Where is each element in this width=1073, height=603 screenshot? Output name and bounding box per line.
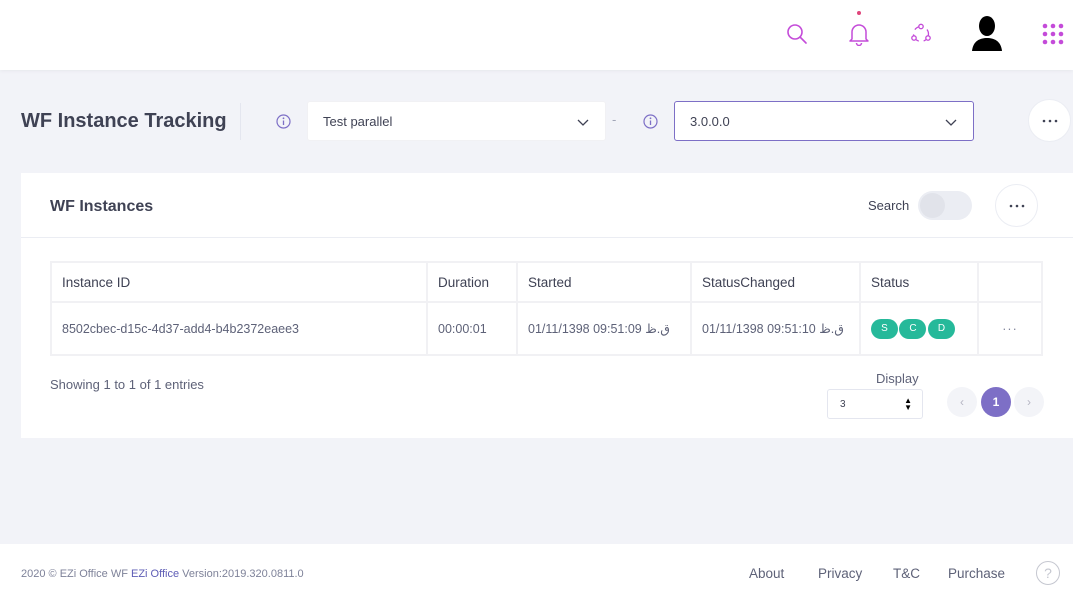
wf-instances-card: WF Instances Search Instance ID Duration… [21,173,1073,438]
top-bar [0,0,1073,70]
search-toggle[interactable] [918,191,972,220]
apps-grid-icon[interactable] [1039,18,1067,50]
header-divider [240,103,241,140]
footer-link-privacy[interactable]: Privacy [818,566,862,581]
footer-link-terms[interactable]: T&C [893,566,920,581]
cell-status-changed: 01/11/1398 09:51:10 ق.ظ [690,301,861,356]
cell-status: S C D [859,301,979,356]
workflow-select-value: Test parallel [323,113,393,129]
column-header-actions [977,261,1043,303]
sort-arrows-icon: ▲ ▼ [904,396,912,412]
help-icon[interactable]: ? [1036,561,1060,585]
copyright-text: 2020 © EZi Office WF [21,568,128,580]
status-badge[interactable]: C [899,318,927,339]
search-toggle-label: Search [868,198,910,213]
pagination-prev-button[interactable]: ‹ [947,387,977,417]
footer: 2020 © EZi Office WF EZi Office Version:… [0,544,1073,603]
page-size-select[interactable]: 3 ▲ ▼ [827,389,923,419]
info-icon[interactable] [276,114,291,129]
cell-instance-id: 8502cbec-d15c-4d37-add4-b4b2372eaee3 [50,301,428,356]
column-header-started[interactable]: Started [516,261,692,303]
toggle-knob [920,193,945,218]
notification-dot [857,11,861,15]
user-avatar-icon[interactable] [970,14,1004,54]
row-more-button[interactable]: ··· [977,301,1043,356]
workflow-select[interactable]: Test parallel [307,101,606,141]
copyright: 2020 © EZi Office WF EZi Office Version:… [21,568,304,580]
entries-info: Showing 1 to 1 of 1 entries [50,377,204,392]
search-icon[interactable] [783,18,811,50]
status-badge[interactable]: D [927,318,955,339]
card-more-button[interactable] [995,184,1038,227]
pagination-page-1[interactable]: 1 [981,387,1011,417]
pagination-next-button[interactable]: › [1014,387,1044,417]
card-header: WF Instances Search [21,173,1073,238]
chevron-down-icon [577,119,589,126]
version-select[interactable]: 3.0.0.0 [674,101,974,141]
page-size-value: 3 [840,398,846,410]
column-header-status-changed[interactable]: StatusChanged [690,261,861,303]
version-select-value: 3.0.0.0 [690,113,730,129]
display-label: Display [876,371,919,386]
table-header-row: Instance ID Duration Started StatusChang… [50,261,1043,303]
footer-link-about[interactable]: About [749,566,784,581]
chevron-down-icon [945,119,957,126]
select-separator: - [612,112,617,127]
cell-duration: 00:00:01 [426,301,518,356]
info-icon[interactable] [643,114,658,129]
column-header-duration[interactable]: Duration [426,261,518,303]
version-text: Version:2019.320.0811.0 [182,568,304,580]
status-badge[interactable]: S [871,318,898,339]
brand-link[interactable]: EZi Office [131,568,179,580]
card-title: WF Instances [50,198,154,215]
footer-link-purchase[interactable]: Purchase [948,566,1005,581]
bell-icon[interactable] [845,18,873,50]
page-more-button[interactable] [1028,99,1071,142]
column-header-instance-id[interactable]: Instance ID [50,261,428,303]
table-row[interactable]: 8502cbec-d15c-4d37-add4-b4b2372eaee3 00:… [50,301,1043,356]
share-icon[interactable] [907,18,935,50]
more-horizontal-icon [1042,119,1057,122]
instances-table: Instance ID Duration Started StatusChang… [50,261,1043,356]
page-title: WF Instance Tracking [21,110,227,132]
more-horizontal-icon [1009,204,1024,207]
column-header-status[interactable]: Status [859,261,979,303]
cell-started: 01/11/1398 09:51:09 ق.ظ [516,301,692,356]
